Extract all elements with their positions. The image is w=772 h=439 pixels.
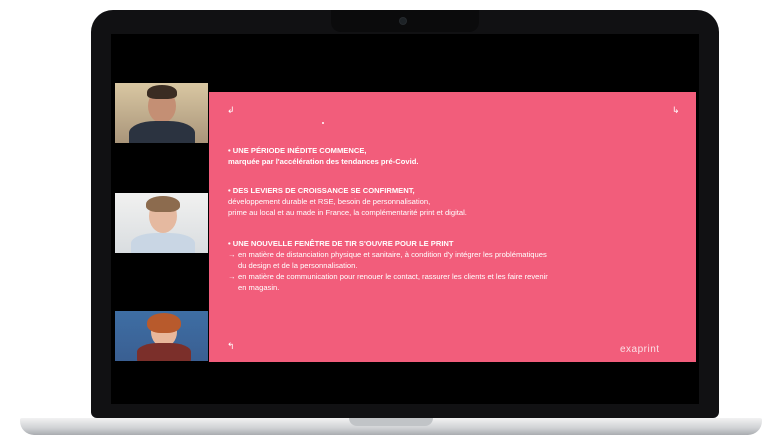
arrow-right-icon: → <box>228 250 236 259</box>
arrow-right-icon: → <box>228 272 236 281</box>
corner-mark-bottom-left-icon: ↰ <box>227 341 235 351</box>
laptop-base <box>20 418 762 435</box>
participant-video-1[interactable] <box>115 83 208 143</box>
webcam-icon <box>400 18 406 24</box>
exaprint-logo: exaprint <box>620 344 660 355</box>
slide-section-3: • UNE NOUVELLE FENÊTRE DE TIR S'OUVRE PO… <box>228 238 688 293</box>
corner-mark-top-right-icon: ↳ <box>672 105 680 115</box>
section-3-item-2-line-1: en matière de communication pour renouer… <box>238 272 548 281</box>
participant-video-2[interactable] <box>115 193 208 253</box>
section-3-item-1: → en matière de distanciation physique et… <box>228 249 688 260</box>
section-1-line: marquée par l'accélération des tendances… <box>228 157 419 166</box>
section-2-line-1: développement durable et RSE, besoin de … <box>228 197 431 206</box>
shared-presentation-slide: ↲ ↳ ↰ • UNE PÉRIODE INÉDITE COMMENCE, ma… <box>209 92 696 362</box>
cursor-dot <box>322 122 324 124</box>
section-3-item-1-line-2: du design et de la personnalisation. <box>238 261 358 270</box>
camera-notch <box>331 10 479 32</box>
section-2-heading: • DES LEVIERS DE CROISSANCE SE CONFIRMEN… <box>228 186 415 195</box>
section-3-item-2: → en matière de communication pour renoue… <box>228 271 688 282</box>
section-1-heading: • UNE PÉRIODE INÉDITE COMMENCE, <box>228 146 367 155</box>
laptop-base-notch <box>349 418 433 426</box>
slide-section-2: • DES LEVIERS DE CROISSANCE SE CONFIRMEN… <box>228 185 688 218</box>
slide-section-1: • UNE PÉRIODE INÉDITE COMMENCE, marquée … <box>228 145 688 167</box>
section-3-item-1-line-1: en matière de distanciation physique et … <box>238 250 547 259</box>
section-2-line-2: prime au local et au made in France, la … <box>228 208 467 217</box>
section-3-item-2-line-2: en magasin. <box>238 283 280 292</box>
section-3-heading: • UNE NOUVELLE FENÊTRE DE TIR S'OUVRE PO… <box>228 239 454 248</box>
corner-mark-top-left-icon: ↲ <box>227 105 235 115</box>
participant-video-3[interactable] <box>115 311 208 361</box>
